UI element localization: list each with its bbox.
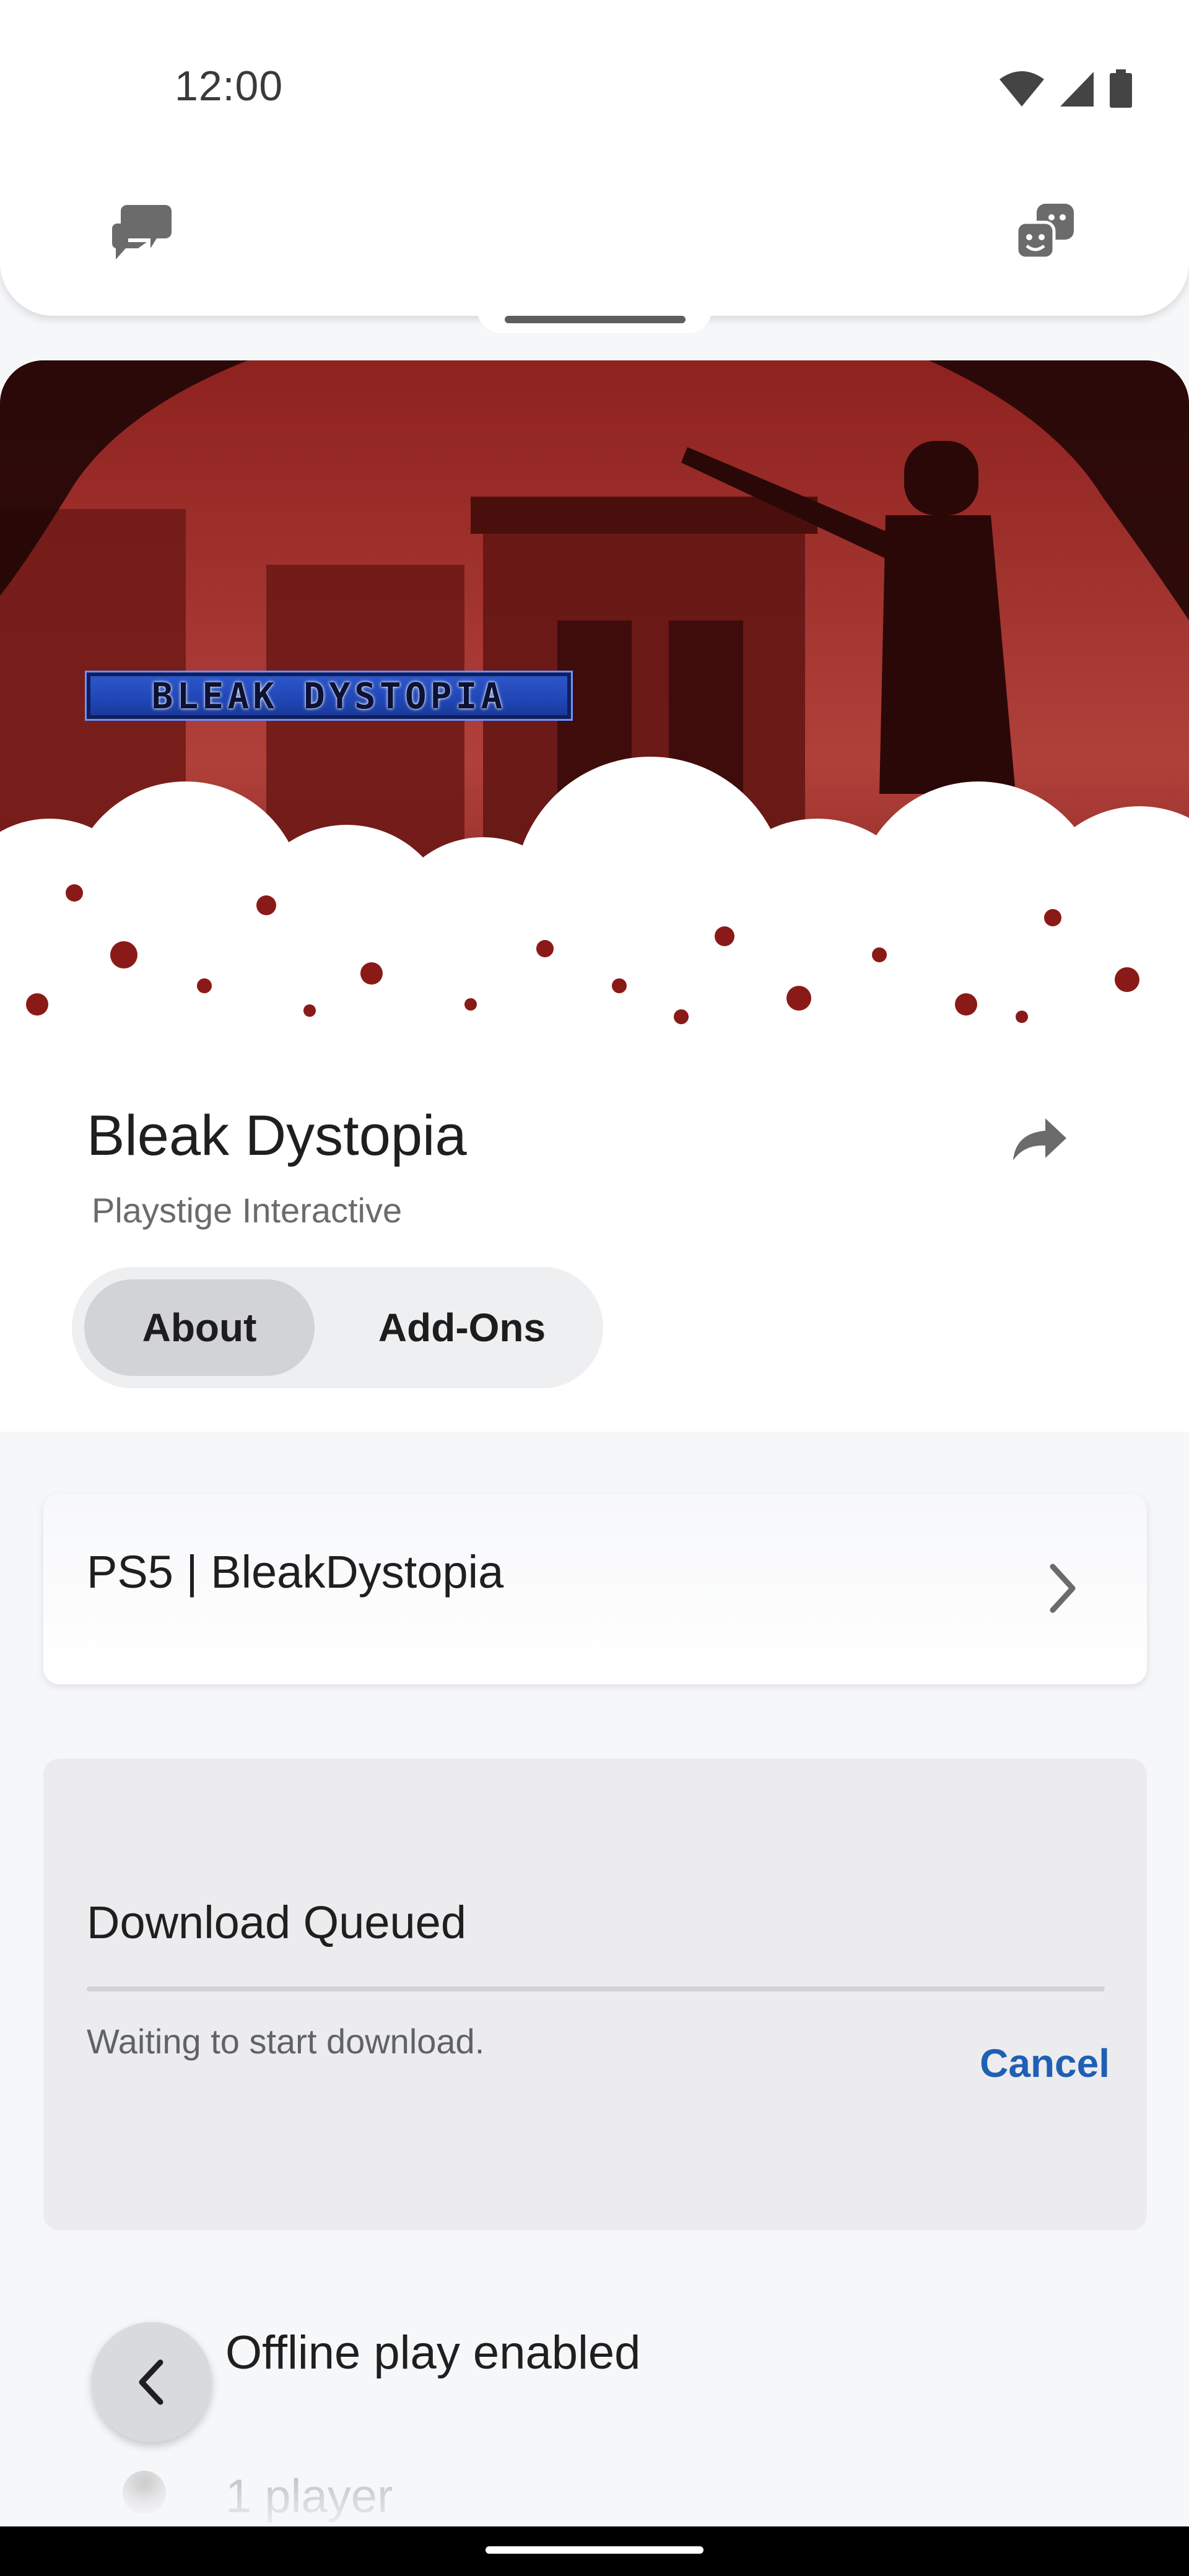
back-button[interactable] — [92, 2322, 212, 2442]
game-publisher: Playstige Interactive — [92, 1191, 403, 1230]
section-tabs: About Add-Ons — [72, 1267, 603, 1388]
sheet-drag-handle[interactable] — [505, 316, 686, 323]
share-arrow-icon[interactable] — [1003, 1108, 1073, 1170]
scroll-fade — [0, 2427, 1189, 2526]
game-title: Bleak Dystopia — [87, 1104, 467, 1167]
status-icons — [998, 69, 1133, 109]
sheet-handle-area[interactable] — [477, 296, 712, 333]
tab-add-ons[interactable]: Add-Ons — [332, 1279, 592, 1376]
download-status-card: Download Queued Waiting to start downloa… — [43, 1759, 1147, 2230]
chat-bubbles-icon[interactable] — [105, 197, 180, 265]
chevron-left-icon — [139, 2359, 163, 2405]
product-version-label: PS5 | BleakDystopia — [87, 1546, 504, 1598]
tab-about[interactable]: About — [84, 1279, 315, 1376]
friends-faces-icon[interactable] — [1008, 197, 1082, 265]
game-logo: BLEAK DYSTOPIA — [85, 671, 573, 721]
cancel-download-button[interactable]: Cancel — [967, 2037, 1110, 2089]
download-title: Download Queued — [87, 1897, 466, 1948]
cellular-signal-icon — [1060, 72, 1094, 107]
battery-icon — [1110, 69, 1132, 108]
chevron-right-icon — [1050, 1564, 1076, 1613]
product-version-row[interactable]: PS5 | BleakDystopia — [43, 1494, 1147, 1684]
download-progress-bar — [87, 1986, 1105, 1991]
system-navigation-bar — [0, 2526, 1189, 2576]
home-gesture-pill[interactable] — [486, 2546, 703, 2554]
download-status-text: Waiting to start download. — [87, 2022, 485, 2061]
status-time: 12:00 — [175, 63, 284, 110]
feature-offline-play: Offline play enabled — [225, 2326, 641, 2379]
players-icon — [123, 2471, 166, 2514]
top-app-sheet: 12:00 — [0, 0, 1189, 316]
wifi-icon — [1000, 71, 1044, 107]
feature-player-count: 1 player — [225, 2470, 393, 2523]
